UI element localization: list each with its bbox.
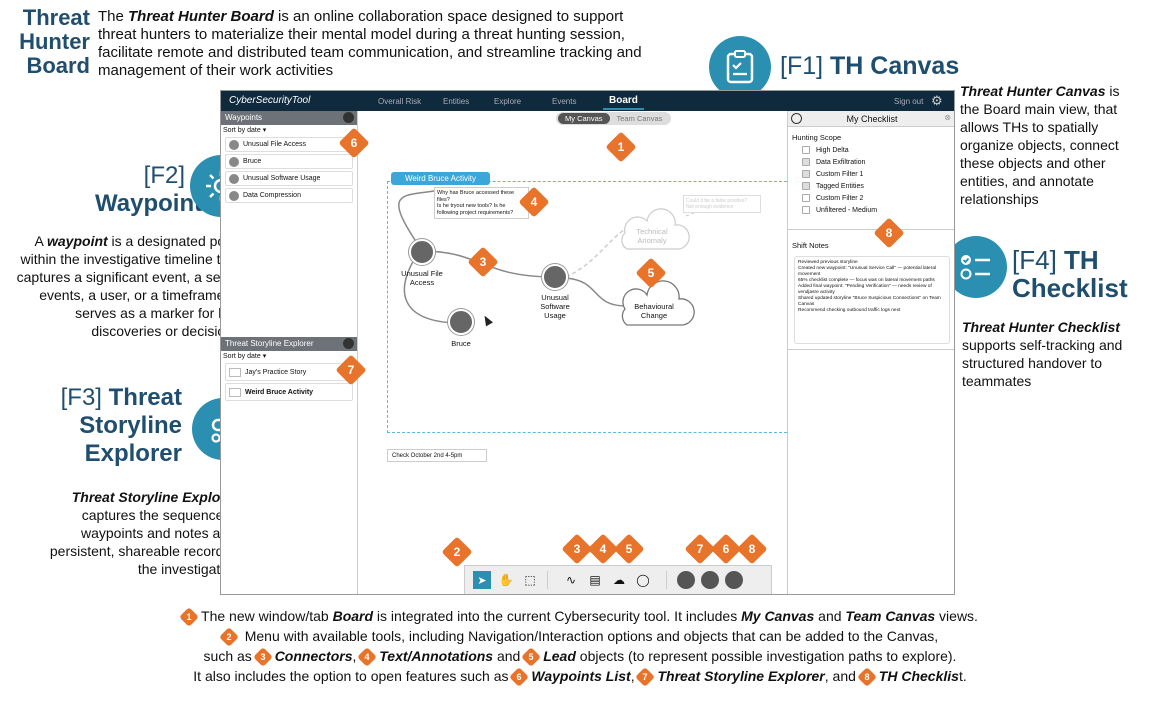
annotation-note[interactable]: Could it be a false positive? Not enough…	[683, 195, 761, 213]
footer-explanation: 1 The new window/tab Board is integrated …	[40, 606, 1120, 688]
checklist-panel: My Checklist ⊗ Hunting Scope High Delta …	[787, 111, 954, 594]
checklist-item[interactable]: High Delta	[802, 146, 954, 154]
callout-badge-8: 8	[736, 533, 768, 565]
f3-heading: [F3] Threat Storyline Explorer	[60, 384, 182, 467]
callout-badge-2: 2	[441, 536, 473, 568]
checklist-item[interactable]: Unfiltered - Medium	[802, 206, 954, 214]
checkbox[interactable]	[802, 194, 810, 202]
checklist-item[interactable]: Custom Filter 1	[802, 170, 954, 178]
app-window: CyberSecurityTool Overall Risk Entities …	[220, 90, 955, 595]
node-software-label: Unusual Software Usage	[540, 293, 570, 320]
explorer-toggle-icon[interactable]	[677, 571, 695, 589]
select-tool-icon[interactable]: ➤	[473, 571, 491, 589]
footer-line-3: such as 3 Connectors, 4 Text/Annotations a…	[40, 646, 1120, 668]
clipboard-icon	[709, 36, 771, 98]
footer-line-2: 2 Menu with available tools, including N…	[40, 626, 1120, 648]
node-bruce[interactable]	[448, 309, 474, 335]
f4-heading: [F4] TH Checklist	[1012, 245, 1128, 303]
f1-heading: [F1] TH Canvas	[780, 52, 960, 80]
node-software-usage[interactable]	[542, 264, 568, 290]
shift-notes-box[interactable]: Reviewed previous storyline Created new …	[794, 256, 950, 344]
callout-badge-8: 8	[873, 217, 905, 249]
hunting-scope-label: Hunting Scope	[792, 133, 842, 142]
f2-heading: [F2] Waypoints	[95, 162, 216, 217]
callout-badge-6: 6	[338, 127, 370, 159]
board-title: Threat Hunter Board	[19, 5, 90, 78]
hand-tool-icon[interactable]: ✋	[497, 571, 515, 589]
f2-description: A waypoint is a designated point within …	[16, 233, 240, 339]
checkbox[interactable]	[802, 206, 810, 214]
callout-badge-7: 7	[335, 354, 367, 386]
frame-tool-icon[interactable]: ⬚	[521, 571, 539, 589]
footer-line-1: 1 The new window/tab Board is integrated …	[40, 606, 1120, 628]
callout-badge-3: 3	[467, 246, 499, 278]
callout-badge-1: 1	[605, 131, 637, 163]
annotation-note[interactable]: Why has Bruce accessed these files? Is h…	[434, 187, 529, 219]
connector-tool-icon[interactable]: ∿	[562, 571, 580, 589]
node-file-access-label: Unusual File Access	[401, 269, 443, 287]
checklist-item[interactable]: Tagged Entities	[802, 182, 954, 190]
text-tool-icon[interactable]: ▤	[586, 571, 604, 589]
sticky-note[interactable]: Check October 2nd 4-5pm	[387, 449, 487, 462]
checkbox[interactable]	[802, 158, 810, 166]
checkbox[interactable]	[802, 170, 810, 178]
checklist-item[interactable]: Custom Filter 2	[802, 194, 954, 202]
checkbox[interactable]	[802, 182, 810, 190]
checklist-item[interactable]: Data Exfiltration	[802, 158, 954, 166]
close-icon[interactable]: ⊗	[944, 113, 951, 122]
node-bruce-label: Bruce	[451, 339, 471, 348]
callout-badge-5: 5	[613, 533, 645, 565]
checkbox[interactable]	[802, 146, 810, 154]
f1-description: Threat Hunter Canvas is the Board main v…	[960, 83, 1120, 207]
footer-line-4: It also includes the option to open feat…	[40, 666, 1120, 688]
callout-badge-4: 4	[518, 186, 550, 218]
lead-behaviour-label: Behavioural Change	[634, 302, 674, 320]
checklist-toggle-icon[interactable]	[725, 571, 743, 589]
tool-menu: ➤ ✋ ⬚ ∿ ▤ ☁ ◯	[464, 565, 772, 594]
lead-tool-icon[interactable]: ☁	[610, 571, 628, 589]
lead-tech-anomaly-label: Technical Anomaly	[636, 227, 668, 245]
checklist-header: My Checklist ⊗	[788, 111, 954, 127]
waypoints-toggle-icon[interactable]	[701, 571, 719, 589]
comment-tool-icon[interactable]: ◯	[634, 571, 652, 589]
node-file-access[interactable]	[409, 239, 435, 265]
callout-badge-5: 5	[635, 257, 667, 289]
shift-notes-label: Shift Notes	[792, 241, 829, 250]
intro-text: The Threat Hunter Board is an online col…	[98, 8, 642, 79]
checklist-icon	[791, 113, 802, 124]
f4-description: Threat Hunter Checklist supports self-tr…	[962, 319, 1123, 389]
f3-description: Threat Storyline Explorer captures the s…	[49, 489, 239, 577]
